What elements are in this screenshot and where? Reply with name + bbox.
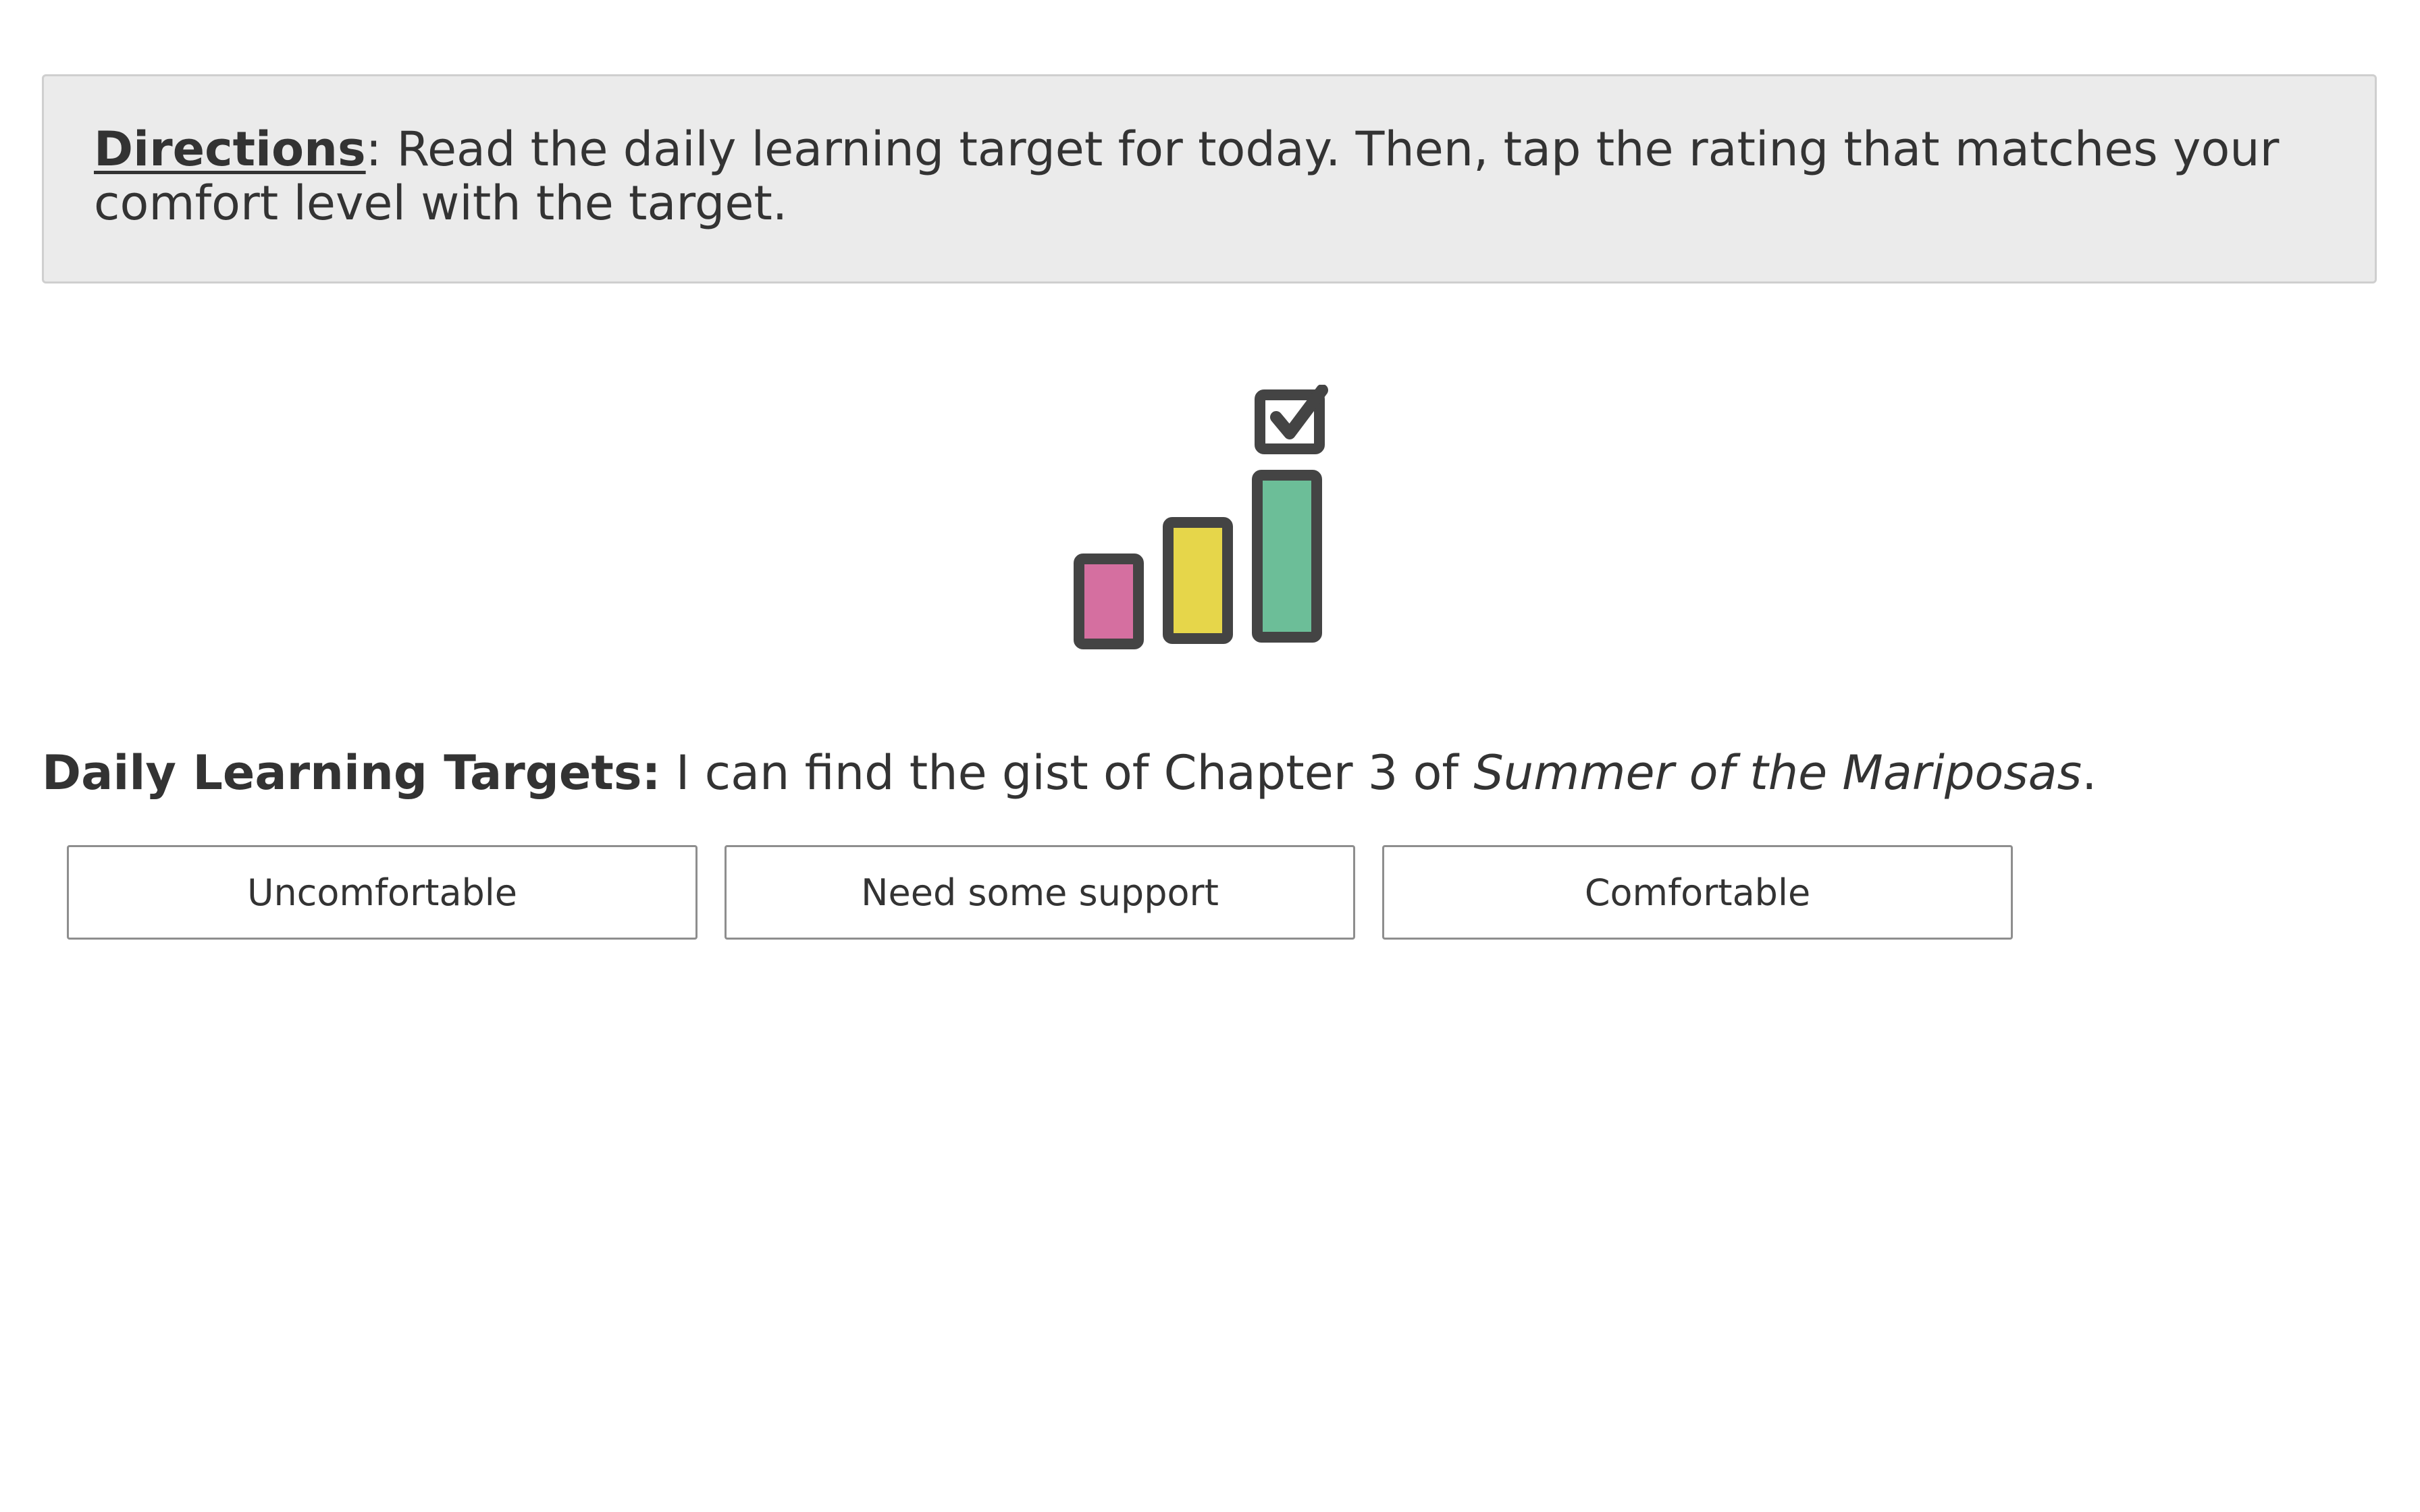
directions-separator: : — [365, 122, 382, 177]
page: Directions: Read the daily learning targ… — [0, 0, 2420, 1512]
comfortable-button[interactable]: Comfortable — [1382, 845, 2013, 940]
rating-bars-with-checkbox-icon — [1074, 385, 1328, 649]
book-title: Summer of the Mariposas — [1473, 745, 2082, 801]
daily-learning-target: Daily Learning Targets: I can find the g… — [42, 742, 2338, 803]
directions-text: Read the daily learning target for today… — [94, 122, 2280, 231]
target-label: Daily Learning Targets: — [42, 745, 661, 801]
low-rating-bar — [1074, 554, 1144, 649]
target-text-end: . — [2082, 745, 2097, 801]
high-rating-bar — [1252, 470, 1322, 643]
directions-heading: Directions — [94, 122, 366, 177]
uncomfortable-button[interactable]: Uncomfortable — [67, 845, 698, 940]
target-text: I can find the gist of Chapter 3 of — [660, 745, 1474, 801]
rating-button-group: Uncomfortable Need some support Comforta… — [67, 845, 2013, 940]
need-some-support-button[interactable]: Need some support — [725, 845, 1355, 940]
medium-rating-bar — [1163, 517, 1233, 644]
directions-panel: Directions: Read the daily learning targ… — [42, 74, 2377, 284]
